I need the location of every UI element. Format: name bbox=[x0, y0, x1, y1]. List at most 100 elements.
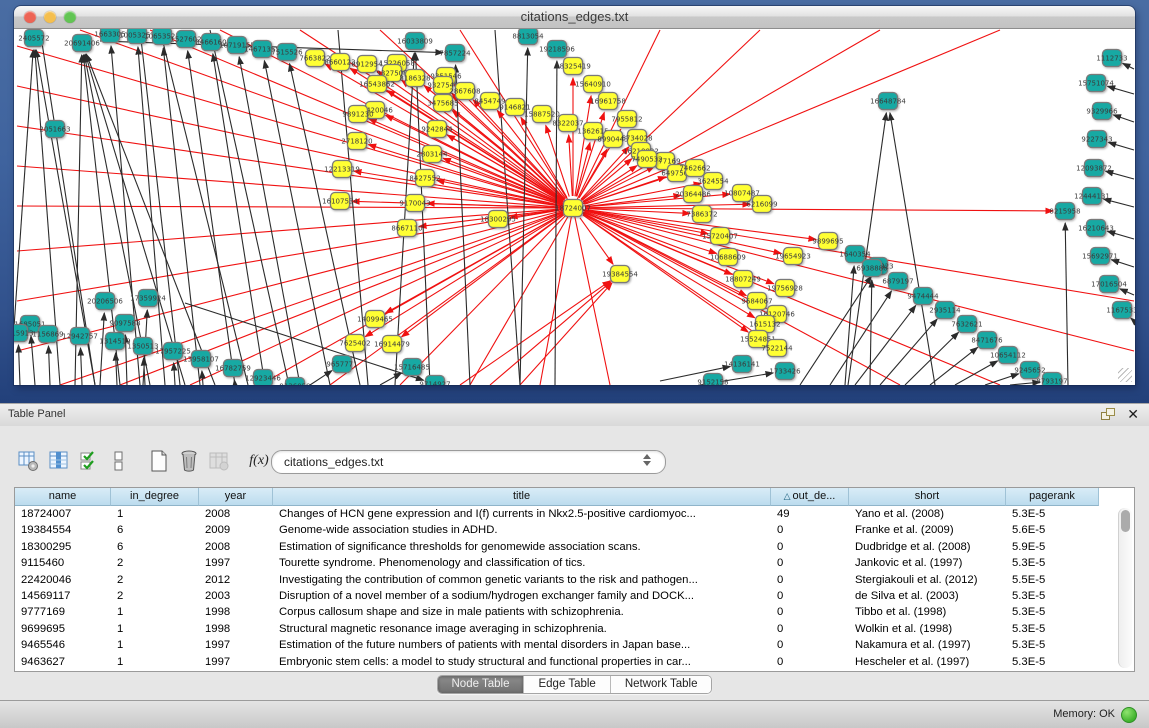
selection-checks-icon[interactable] bbox=[74, 448, 104, 474]
graph-node[interactable]: 8471676 bbox=[971, 332, 1003, 349]
memory-status-icon[interactable] bbox=[1121, 707, 1137, 723]
delete-table-icon[interactable] bbox=[174, 448, 204, 474]
network-window[interactable]: citations_edges.txt 24055722069140616633… bbox=[14, 6, 1135, 385]
graph-node[interactable]: 15640910 bbox=[575, 76, 611, 93]
graph-node[interactable]: 14136141 bbox=[724, 356, 760, 373]
graph-node[interactable]: 12093872 bbox=[1076, 160, 1112, 177]
column-header-short[interactable]: short bbox=[849, 488, 1006, 506]
delete-column-icon[interactable] bbox=[204, 448, 234, 474]
graph-node[interactable]: 9227343 bbox=[1081, 131, 1112, 148]
graph-node[interactable]: 1733426 bbox=[769, 363, 801, 380]
graph-node[interactable]: 9714927 bbox=[419, 376, 450, 386]
graph-node[interactable]: 2405572 bbox=[18, 30, 49, 47]
graph-node[interactable]: 12942757 bbox=[62, 328, 98, 345]
graph-node[interactable]: 7857224 bbox=[439, 45, 471, 62]
function-builder-icon[interactable]: f(x) bbox=[244, 448, 274, 474]
graph-node[interactable]: 8215958 bbox=[1049, 203, 1080, 220]
graph-node[interactable]: 9899695 bbox=[812, 233, 843, 250]
column-header-indegree[interactable]: in_degree bbox=[111, 488, 199, 506]
graph-node[interactable]: 12213319 bbox=[324, 161, 360, 178]
graph-node[interactable]: 1167533 bbox=[1106, 302, 1135, 319]
graph-node[interactable]: 2051663 bbox=[39, 121, 70, 138]
table-row[interactable]: 977716911998Corpus callosum shape and si… bbox=[15, 604, 1134, 620]
graph-node[interactable]: 7386372 bbox=[686, 206, 717, 223]
float-panel-icon[interactable] bbox=[1101, 408, 1115, 421]
tab-node-table[interactable]: Node Table bbox=[438, 676, 525, 693]
resize-grip[interactable] bbox=[1118, 368, 1132, 382]
graph-node[interactable]: 9152158 bbox=[697, 374, 728, 386]
graph-node[interactable]: 16648784 bbox=[870, 93, 906, 110]
new-column-icon[interactable] bbox=[14, 448, 44, 474]
graph-node[interactable]: 16914479 bbox=[374, 336, 410, 353]
table-cell: Franke et al. (2009) bbox=[849, 522, 1006, 538]
table-row[interactable]: 911546021997Tourette syndrome. Phenomeno… bbox=[15, 555, 1134, 571]
column-header-name[interactable]: name bbox=[15, 488, 111, 506]
network-desktop: citations_edges.txt 24055722069140616633… bbox=[0, 0, 1149, 403]
svg-text:2718120: 2718120 bbox=[341, 138, 372, 146]
graph-node[interactable]: 9245652 bbox=[1014, 362, 1045, 379]
column-header-year[interactable]: year bbox=[199, 488, 273, 506]
graph-node[interactable]: 2718120 bbox=[341, 133, 372, 150]
window-titlebar[interactable]: citations_edges.txt bbox=[14, 6, 1135, 29]
tab-network-table[interactable]: Network Table bbox=[611, 676, 712, 693]
table-cell: 22420046 bbox=[15, 572, 111, 588]
graph-node[interactable]: 2803144 bbox=[416, 146, 448, 163]
graph-node[interactable]: 9136059 bbox=[279, 378, 310, 386]
graph-node[interactable]: 7955812 bbox=[611, 111, 642, 128]
graph-node[interactable]: 9329966 bbox=[1086, 103, 1118, 120]
row-height-icon[interactable] bbox=[104, 448, 134, 474]
table-row[interactable]: 1830029562008Estimation of significance … bbox=[15, 539, 1134, 555]
table-cell: 1997 bbox=[199, 637, 273, 653]
graph-node[interactable]: 6879197 bbox=[882, 273, 913, 290]
tab-edge-table[interactable]: Edge Table bbox=[524, 676, 610, 693]
graph-node[interactable]: 12444131 bbox=[1074, 188, 1110, 205]
column-header-title[interactable]: title bbox=[273, 488, 771, 506]
table-row[interactable]: 946362711997Embryonic stem cells: a mode… bbox=[15, 654, 1134, 670]
table-selector-combo[interactable]: citations_edges.txt bbox=[271, 450, 666, 474]
table-row[interactable]: 946554611997Estimation of the future num… bbox=[15, 637, 1134, 653]
graph-node[interactable]: 19654923 bbox=[775, 248, 811, 265]
graph-node[interactable]: 16961758 bbox=[590, 93, 626, 110]
graph-node[interactable]: 8813054 bbox=[512, 29, 544, 45]
graph-edge bbox=[100, 313, 104, 385]
graph-node[interactable]: 19384554 bbox=[602, 266, 638, 283]
graph-edge bbox=[1113, 115, 1134, 122]
table-row[interactable]: 1456911722003Disruption of a novel membe… bbox=[15, 588, 1134, 604]
graph-node[interactable]: 9657771 bbox=[326, 356, 357, 373]
close-panel-icon[interactable]: ✕ bbox=[1127, 407, 1139, 421]
graph-edge bbox=[890, 113, 935, 385]
new-table-icon[interactable] bbox=[144, 448, 174, 474]
column-selector-icon[interactable] bbox=[44, 448, 74, 474]
table-cell: Changes of HCN gene expression and I(f) … bbox=[273, 506, 771, 522]
citation-graph[interactable]: 2405572206914061663305100532571065352715… bbox=[14, 29, 1135, 385]
table-row[interactable]: 2242004622012Investigating the contribut… bbox=[15, 572, 1134, 588]
graph-node[interactable]: 16033809 bbox=[397, 33, 433, 50]
column-header-pagerank[interactable]: pagerank bbox=[1006, 488, 1099, 506]
graph-node[interactable]: 2935114 bbox=[929, 302, 961, 319]
graph-node[interactable]: 15751074 bbox=[1078, 75, 1114, 92]
table-panel-header: Table Panel ✕ bbox=[0, 403, 1149, 427]
graph-node[interactable]: 19756928 bbox=[767, 280, 803, 297]
graph-node[interactable]: 10654112 bbox=[990, 347, 1026, 364]
table-cell: Jankovic et al. (1997) bbox=[849, 555, 1006, 571]
graph-node[interactable]: 20206506 bbox=[87, 293, 123, 310]
graph-node[interactable]: 7632621 bbox=[951, 316, 982, 333]
svg-text:7955812: 7955812 bbox=[611, 116, 642, 124]
column-header-outde[interactable]: △out_de... bbox=[771, 488, 849, 506]
graph-node[interactable]: 15692971 bbox=[1082, 248, 1118, 265]
graph-node[interactable]: 18325419 bbox=[555, 58, 591, 75]
table-row[interactable]: 1938455462009Genome-wide association stu… bbox=[15, 522, 1134, 538]
table-row[interactable]: 1872400712008Changes of HCN gene express… bbox=[15, 506, 1134, 522]
table-scrollbar-thumb[interactable] bbox=[1121, 510, 1130, 532]
table-scrollbar[interactable] bbox=[1118, 508, 1132, 668]
node-table[interactable]: namein_degreeyeartitle△out_de...shortpag… bbox=[14, 487, 1135, 672]
graph-node[interactable]: 16210643 bbox=[1078, 220, 1114, 237]
table-body: 1872400712008Changes of HCN gene express… bbox=[15, 506, 1134, 670]
network-canvas[interactable]: 2405572206914061663305100532571065352715… bbox=[14, 29, 1135, 385]
table-row[interactable]: 969969511998Structural magnetic resonanc… bbox=[15, 621, 1134, 637]
table-cell: 5.3E-5 bbox=[1006, 654, 1099, 670]
graph-node[interactable]: 1350513 bbox=[127, 338, 158, 355]
graph-node[interactable]: 19218596 bbox=[539, 41, 575, 58]
graph-node[interactable]: 9474444 bbox=[907, 288, 939, 305]
graph-node[interactable]: 8427552 bbox=[409, 170, 440, 187]
